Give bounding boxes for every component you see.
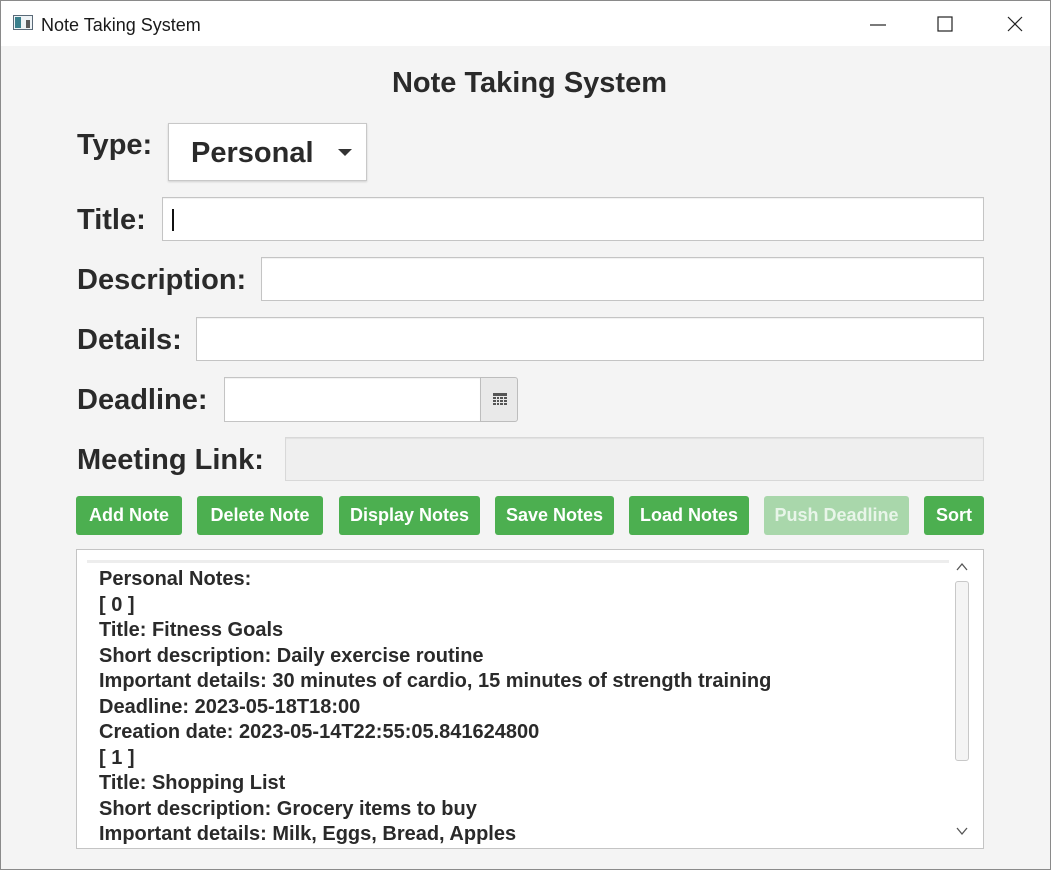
title-label: Title: [77,204,146,236]
maximize-icon [937,16,953,32]
minimize-button[interactable] [843,1,913,46]
push-deadline-button[interactable]: Push Deadline [764,496,909,535]
title-input[interactable] [162,197,984,241]
window-title: Note Taking System [41,15,201,35]
deadline-label: Deadline: [77,384,208,416]
text-caret [172,209,174,231]
notes-output-area[interactable]: Personal Notes: [ 0 ] Title: Fitness Goals… [76,549,984,849]
details-label: Details: [77,324,182,356]
description-label: Description: [77,264,247,296]
type-combobox-value: Personal [191,137,314,169]
text-area-top-shadow [87,560,949,563]
details-input[interactable] [196,317,984,361]
type-label: Type: [77,129,153,161]
chevron-down-icon[interactable] [954,824,970,838]
output-line: Title: Shopping List [99,772,286,794]
output-line: Personal Notes: [99,568,252,590]
calendar-icon [493,393,507,405]
date-picker-button[interactable] [480,377,518,422]
output-line: [ 0 ] [99,593,135,616]
chevron-down-icon [338,149,352,156]
title-bar[interactable]: Note Taking System [1,1,1050,46]
vertical-scrollbar[interactable] [951,560,973,840]
close-button[interactable] [980,1,1050,46]
type-combobox[interactable]: Personal [168,123,367,181]
display-notes-button[interactable]: Display Notes [339,496,480,535]
delete-note-button[interactable]: Delete Note [197,496,323,535]
description-input[interactable] [261,257,984,301]
load-notes-button[interactable]: Load Notes [629,496,749,535]
deadline-date-input[interactable] [224,377,481,422]
output-line: Title: Fitness Goals [99,619,284,641]
app-window: Note Taking System Note Taking System Ty… [0,0,1051,870]
meeting-link-label: Meeting Link: [77,444,264,476]
sort-button[interactable]: Sort [924,496,984,535]
chevron-up-icon[interactable] [954,560,970,574]
add-note-button[interactable]: Add Note [76,496,182,535]
output-line: Important details: Milk, Eggs, Bread, Ap… [99,823,517,845]
output-line: Short description: Grocery items to buy [99,797,477,820]
output-line: Creation date: 2023-05-14T22:55:05.84162… [99,721,540,743]
meeting-link-input[interactable] [285,437,984,481]
output-line: [ 1 ] [99,746,135,769]
save-notes-button[interactable]: Save Notes [495,496,614,535]
notes-output-text: Personal Notes: [ 0 ] Title: Fitness Goals… [99,567,949,848]
maximize-button[interactable] [910,1,980,46]
output-line: Short description: Daily exercise routin… [99,644,484,667]
output-line: Important details: 30 minutes of cardio,… [99,670,772,692]
minimize-icon [870,24,886,26]
output-line: Deadline: 2023-05-18T18:00 [99,695,361,718]
app-icon [13,15,33,30]
close-icon [1007,16,1023,32]
page-heading: Note Taking System [391,67,668,99]
scrollbar-thumb[interactable] [955,581,969,761]
